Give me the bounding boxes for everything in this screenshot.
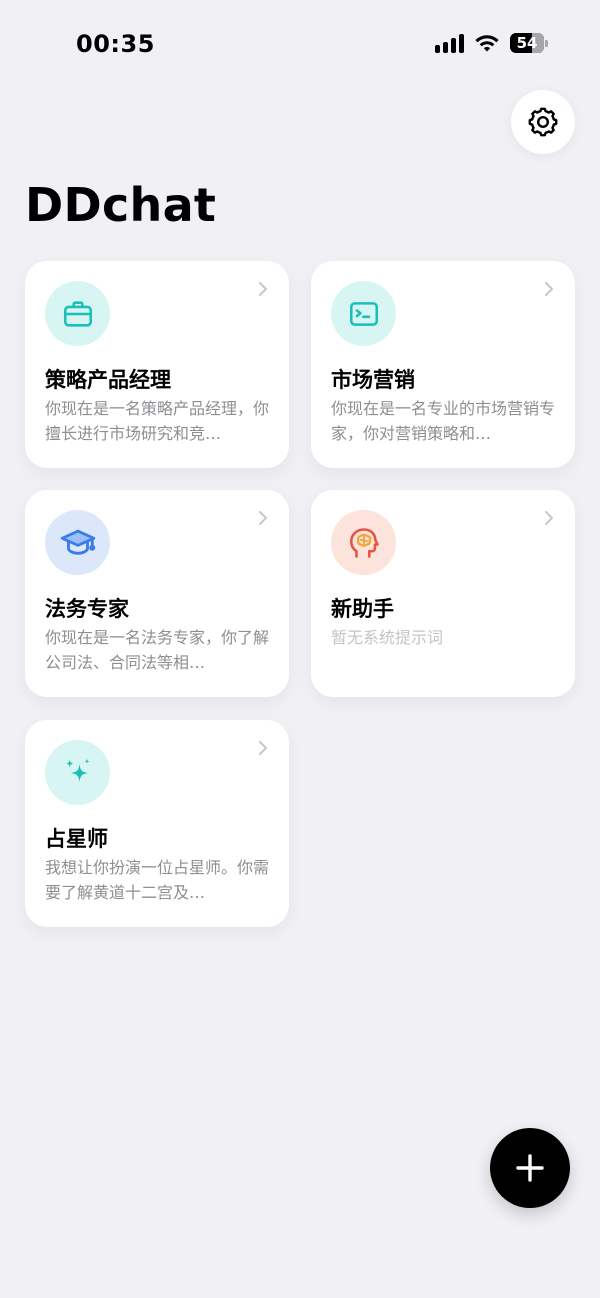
sparkles-icon	[65, 758, 90, 782]
wifi-icon	[474, 33, 500, 53]
chevron-right-icon	[259, 282, 267, 296]
chevron-right-icon	[259, 511, 267, 525]
chevron-right-icon	[545, 282, 553, 296]
assistant-card[interactable]: 新助手 暂无系统提示词	[311, 490, 575, 697]
assistant-card[interactable]: 占星师 我想让你扮演一位占星师。你需要了解黄道十二宫及…	[25, 720, 289, 927]
briefcase-icon	[63, 300, 92, 327]
chevron-right-icon	[259, 741, 267, 755]
card-description: 你现在是一名专业的市场营销专家，你对营销策略和…	[331, 399, 556, 443]
terminal-icon	[349, 301, 378, 326]
chevron-right-icon	[545, 511, 553, 525]
card-title: 占星师	[45, 827, 108, 851]
card-icon-badge	[331, 510, 396, 575]
app-title: DDchat	[25, 178, 217, 232]
graduation-cap-icon	[60, 529, 95, 555]
status-time: 00:35	[76, 30, 155, 58]
settings-button[interactable]	[511, 90, 575, 154]
plus-icon	[516, 1154, 544, 1182]
card-title: 市场营销	[331, 368, 415, 392]
card-icon-badge	[45, 740, 110, 805]
card-title: 新助手	[331, 597, 394, 621]
assistant-card[interactable]: 法务专家 你现在是一名法务专家，你了解公司法、合同法等相…	[25, 490, 289, 697]
card-description: 你现在是一名策略产品经理，你擅长进行市场研究和竞…	[45, 399, 270, 443]
card-title: 法务专家	[45, 597, 129, 621]
card-icon-badge	[45, 510, 110, 575]
add-assistant-button[interactable]	[490, 1128, 570, 1208]
brain-head-icon	[349, 527, 379, 558]
card-icon-badge	[331, 281, 396, 346]
assistant-card[interactable]: 策略产品经理 你现在是一名策略产品经理，你擅长进行市场研究和竞…	[25, 261, 289, 468]
card-description: 暂无系统提示词	[331, 628, 444, 647]
status-bar: 00:35 54	[0, 0, 600, 90]
card-description: 我想让你扮演一位占星师。你需要了解黄道十二宫及…	[45, 858, 270, 902]
card-description: 你现在是一名法务专家，你了解公司法、合同法等相…	[45, 628, 270, 672]
card-icon-badge	[45, 281, 110, 346]
cellular-signal-icon	[435, 33, 464, 53]
status-icons: 54	[435, 33, 548, 53]
battery-icon: 54	[510, 33, 548, 53]
assistant-card[interactable]: 市场营销 你现在是一名专业的市场营销专家，你对营销策略和…	[311, 261, 575, 468]
battery-level: 54	[516, 34, 538, 52]
card-title: 策略产品经理	[45, 368, 171, 392]
gear-icon	[528, 107, 558, 137]
